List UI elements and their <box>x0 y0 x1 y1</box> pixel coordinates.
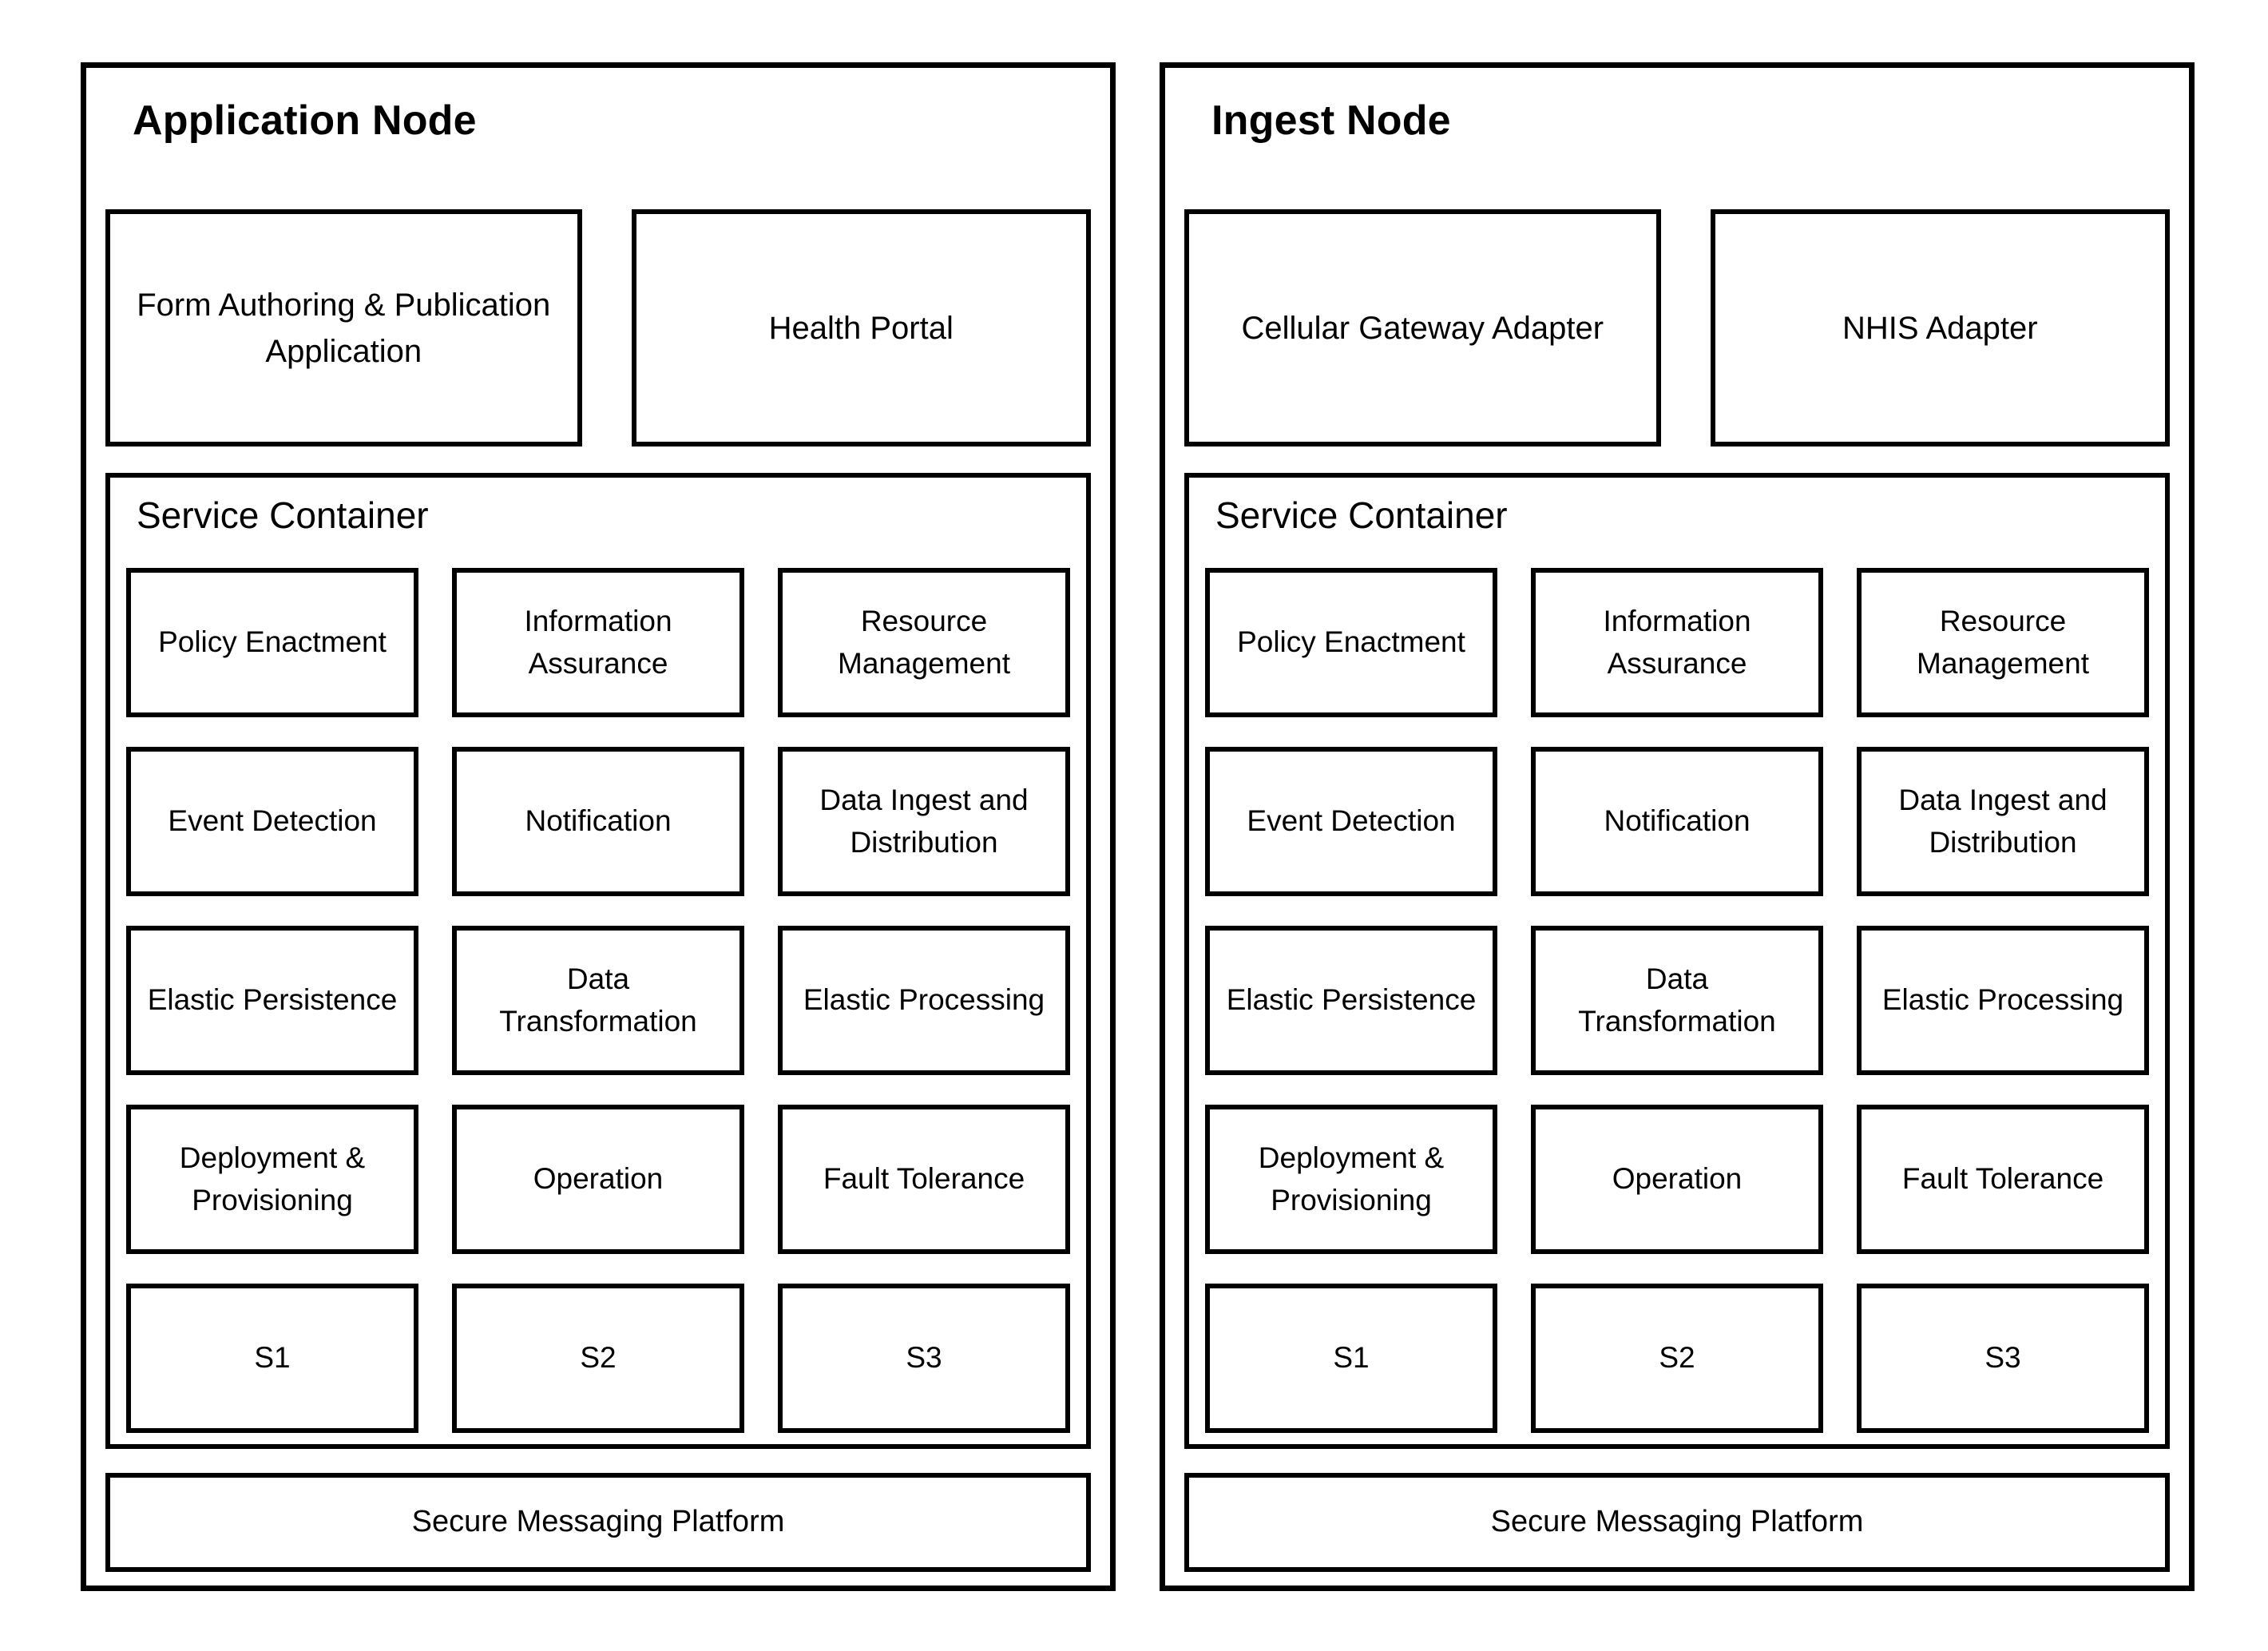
service-box-label: Elastic Persistence <box>147 983 398 1017</box>
service-box-label: Resource Management <box>838 604 1010 680</box>
application-box-nhis-adapter: NHIS Adapter <box>1710 209 2170 446</box>
service-container-title: Service Container <box>1215 494 1508 536</box>
service-box-deployment-and-provisioning: Deployment & Provisioning <box>1205 1105 1497 1254</box>
node-panel-ingest-node: Ingest Node Cellular Gateway Adapter NHI… <box>1160 62 2195 1591</box>
application-box-form-authoring: Form Authoring & Publication Application <box>105 209 582 446</box>
service-box-label: S3 <box>1985 1341 2021 1375</box>
service-box-information-assurance: Information Assurance <box>1531 568 1823 717</box>
service-box-label: Data Ingest and Distribution <box>1898 783 2107 859</box>
service-box-s1: S1 <box>126 1284 418 1433</box>
service-box-policy-enactment: Policy Enactment <box>1205 568 1497 717</box>
service-box-label: S2 <box>580 1341 617 1375</box>
service-box-label: Event Detection <box>1247 804 1456 838</box>
service-box-elastic-persistence: Elastic Persistence <box>1205 926 1497 1075</box>
application-box-label: Form Authoring & Publication Application <box>137 287 551 369</box>
diagram-canvas: Application Node Form Authoring & Public… <box>0 0 2268 1651</box>
service-box-label: Notification <box>525 804 672 838</box>
service-box-fault-tolerance: Fault Tolerance <box>778 1105 1070 1254</box>
service-box-label: S1 <box>254 1341 291 1375</box>
service-grid: Policy Enactment Information Assurance R… <box>126 568 1070 1433</box>
application-box-label: Health Portal <box>768 310 954 346</box>
application-box-health-portal: Health Portal <box>631 209 1091 446</box>
service-box-label: S3 <box>906 1341 942 1375</box>
service-box-information-assurance: Information Assurance <box>452 568 744 717</box>
service-box-label: Fault Tolerance <box>823 1162 1025 1196</box>
service-box-s2: S2 <box>452 1284 744 1433</box>
secure-messaging-platform-label: Secure Messaging Platform <box>1490 1505 1864 1539</box>
application-box-label: NHIS Adapter <box>1842 310 2038 346</box>
service-box-label: Policy Enactment <box>1237 625 1465 659</box>
service-box-label: Information Assurance <box>524 604 672 680</box>
secure-messaging-platform-bar: Secure Messaging Platform <box>105 1473 1091 1572</box>
service-box-elastic-processing: Elastic Processing <box>1857 926 2149 1075</box>
service-box-label: S1 <box>1333 1341 1370 1375</box>
service-box-policy-enactment: Policy Enactment <box>126 568 418 717</box>
service-box-resource-management: Resource Management <box>1857 568 2149 717</box>
service-box-operation: Operation <box>452 1105 744 1254</box>
service-box-label: Elastic Processing <box>803 983 1045 1017</box>
service-box-elastic-persistence: Elastic Persistence <box>126 926 418 1075</box>
service-box-s1: S1 <box>1205 1284 1497 1433</box>
service-box-label: Data Transformation <box>499 962 697 1038</box>
service-box-label: Operation <box>1612 1162 1743 1196</box>
service-container: Service Container Policy Enactment Infor… <box>105 473 1091 1449</box>
application-row: Cellular Gateway Adapter NHIS Adapter <box>1184 209 2170 446</box>
service-box-label: Information Assurance <box>1603 604 1751 680</box>
node-title: Ingest Node <box>1211 97 1451 144</box>
application-row: Form Authoring & Publication Application… <box>105 209 1091 446</box>
service-box-s3: S3 <box>778 1284 1070 1433</box>
service-box-label: Deployment & Provisioning <box>179 1141 366 1216</box>
node-title: Application Node <box>133 97 477 144</box>
secure-messaging-platform-label: Secure Messaging Platform <box>411 1505 785 1539</box>
service-box-event-detection: Event Detection <box>1205 747 1497 896</box>
service-container-title: Service Container <box>137 494 429 536</box>
service-box-resource-management: Resource Management <box>778 568 1070 717</box>
service-container: Service Container Policy Enactment Infor… <box>1184 473 2170 1449</box>
service-box-label: Event Detection <box>168 804 377 838</box>
application-box-label: Cellular Gateway Adapter <box>1241 310 1604 346</box>
service-box-data-ingest-and-distribution: Data Ingest and Distribution <box>1857 747 2149 896</box>
service-box-label: Data Ingest and Distribution <box>819 783 1029 859</box>
service-box-deployment-and-provisioning: Deployment & Provisioning <box>126 1105 418 1254</box>
service-box-label: Fault Tolerance <box>1901 1162 2104 1196</box>
service-box-notification: Notification <box>1531 747 1823 896</box>
service-box-label: Resource Management <box>1917 604 2089 680</box>
service-box-event-detection: Event Detection <box>126 747 418 896</box>
service-box-s2: S2 <box>1531 1284 1823 1433</box>
service-box-elastic-processing: Elastic Processing <box>778 926 1070 1075</box>
service-box-data-transformation: Data Transformation <box>1531 926 1823 1075</box>
node-panel-application-node: Application Node Form Authoring & Public… <box>81 62 1116 1591</box>
service-box-data-transformation: Data Transformation <box>452 926 744 1075</box>
service-box-label: Operation <box>533 1162 664 1196</box>
service-box-label: Data Transformation <box>1578 962 1776 1038</box>
service-box-operation: Operation <box>1531 1105 1823 1254</box>
service-box-notification: Notification <box>452 747 744 896</box>
service-box-label: Deployment & Provisioning <box>1258 1141 1445 1216</box>
service-box-data-ingest-and-distribution: Data Ingest and Distribution <box>778 747 1070 896</box>
service-box-s3: S3 <box>1857 1284 2149 1433</box>
service-box-label: Policy Enactment <box>158 625 387 659</box>
service-box-fault-tolerance: Fault Tolerance <box>1857 1105 2149 1254</box>
service-grid: Policy Enactment Information Assurance R… <box>1205 568 2149 1433</box>
service-box-label: Elastic Persistence <box>1226 983 1477 1017</box>
application-box-cellular-gateway-adapter: Cellular Gateway Adapter <box>1184 209 1661 446</box>
service-box-label: Elastic Processing <box>1881 983 2124 1017</box>
service-box-label: S2 <box>1659 1341 1695 1375</box>
secure-messaging-platform-bar: Secure Messaging Platform <box>1184 1473 2170 1572</box>
service-box-label: Notification <box>1604 804 1751 838</box>
